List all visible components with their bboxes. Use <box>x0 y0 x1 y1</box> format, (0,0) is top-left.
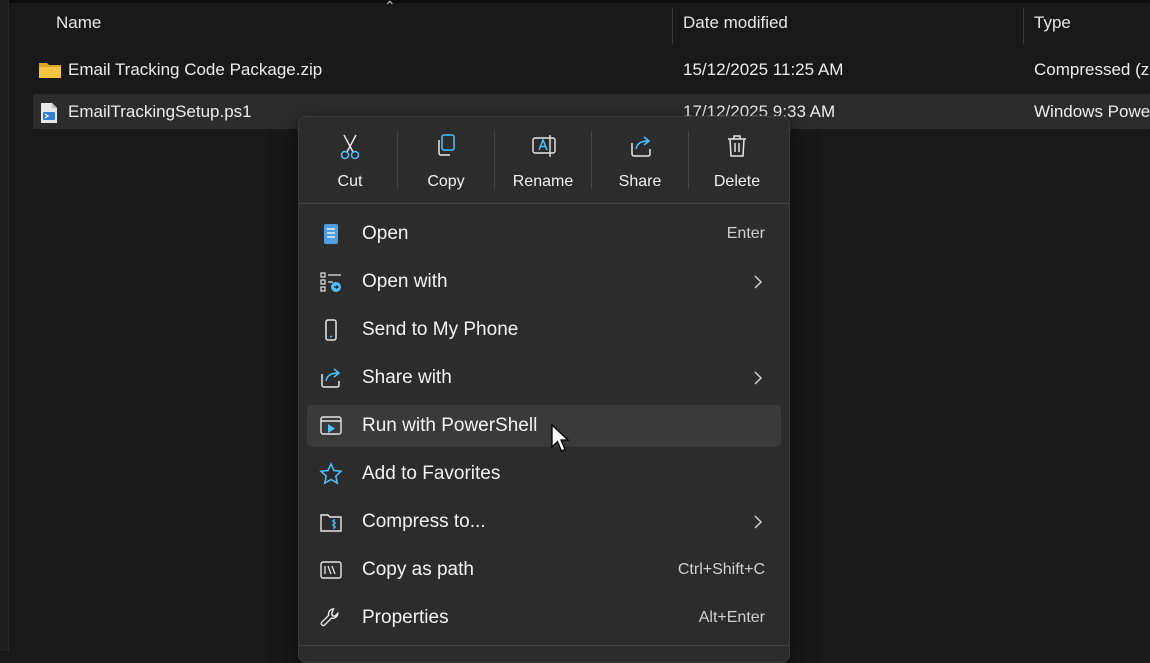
rename-icon <box>532 135 556 157</box>
file-name: Email Tracking Code Package.zip <box>68 60 323 79</box>
star-icon <box>319 462 343 485</box>
share-with-icon <box>321 368 341 388</box>
delete-label: Delete <box>713 173 761 190</box>
menu-item-label: Copy as path <box>362 559 474 580</box>
powershell-script-icon <box>38 102 60 129</box>
delete-button[interactable]: Delete <box>689 123 785 197</box>
cut-button[interactable]: Cut <box>302 123 398 197</box>
copy-path-icon <box>320 561 342 579</box>
menu-item-shortcut: Enter <box>726 225 765 242</box>
scissors-icon <box>340 134 360 160</box>
chevron-right-icon <box>754 371 763 385</box>
zip-folder-icon <box>38 60 62 85</box>
quick-actions-bar: Cut Copy Rename Share Delete <box>299 117 789 203</box>
menu-item-label: Properties <box>362 607 449 628</box>
column-header-row: ⌃ Name Date modified Type <box>33 0 1150 44</box>
column-header-type[interactable]: Type <box>1034 4 1150 42</box>
file-type: Compressed (zip <box>1034 60 1150 79</box>
menu-item-share-with[interactable]: Share with <box>307 357 781 399</box>
menu-item-label: Send to My Phone <box>362 319 519 340</box>
menu-divider <box>299 203 789 204</box>
navigation-pane-edge <box>0 0 9 651</box>
menu-item-shortcut: Ctrl+Shift+C <box>677 561 765 578</box>
rename-button[interactable]: Rename <box>495 123 591 197</box>
cut-label: Cut <box>337 173 363 190</box>
menu-divider <box>299 645 789 646</box>
copy-icon <box>438 134 455 156</box>
menu-item-copy-as-path[interactable]: Copy as path Ctrl+Shift+C <box>307 549 781 591</box>
share-label: Share <box>618 173 662 190</box>
compress-icon <box>320 514 342 532</box>
menu-item-add-to-favorites[interactable]: Add to Favorites <box>307 453 781 495</box>
trash-icon <box>728 135 746 157</box>
copy-button[interactable]: Copy <box>398 123 494 197</box>
phone-icon <box>325 319 337 341</box>
menu-item-compress-to[interactable]: Compress to... <box>307 501 781 543</box>
powershell-run-icon <box>320 416 342 435</box>
wrench-icon <box>320 608 339 627</box>
menu-item-label: Open with <box>362 271 448 292</box>
column-separator[interactable] <box>672 8 673 44</box>
menu-item-shortcut: Alt+Enter <box>698 609 765 626</box>
column-header-name[interactable]: Name <box>56 4 656 42</box>
menu-item-send-to-phone[interactable]: Send to My Phone <box>307 309 781 351</box>
menu-item-open[interactable]: Open Enter <box>307 213 781 255</box>
share-icon <box>631 136 651 157</box>
copy-label: Copy <box>427 173 465 190</box>
file-date-modified: 15/12/2025 11:25 AM <box>683 60 844 79</box>
chevron-right-icon <box>754 275 763 289</box>
mouse-cursor-icon <box>551 424 570 452</box>
menu-item-properties[interactable]: Properties Alt+Enter <box>307 597 781 639</box>
menu-item-label: Add to Favorites <box>362 463 501 484</box>
column-separator[interactable] <box>1023 8 1024 44</box>
menu-item-run-with-powershell[interactable]: Run with PowerShell <box>307 405 781 447</box>
column-header-date-modified[interactable]: Date modified <box>683 4 1013 42</box>
chevron-right-icon <box>754 515 763 529</box>
file-type: Windows Powe <box>1034 102 1150 121</box>
notepad-icon <box>324 224 338 244</box>
menu-item-label: Compress to... <box>362 511 486 532</box>
file-row-zip[interactable]: Email Tracking Code Package.zip 15/12/20… <box>33 52 1150 87</box>
share-button[interactable]: Share <box>592 123 688 197</box>
context-menu: Cut Copy Rename Share Delete Open Enter … <box>298 116 790 663</box>
top-border <box>0 0 1150 3</box>
menu-item-label: Open <box>362 223 409 244</box>
menu-item-label: Run with PowerShell <box>362 415 538 436</box>
rename-label: Rename <box>512 173 574 190</box>
menu-item-label: Share with <box>362 367 452 388</box>
menu-item-open-with[interactable]: Open with <box>307 261 781 303</box>
open-with-icon <box>320 272 341 292</box>
